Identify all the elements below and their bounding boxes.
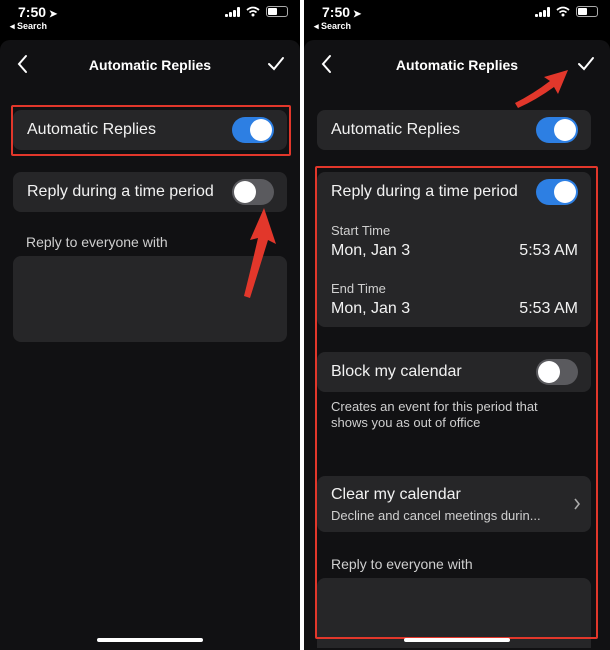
phone-screen-left: 7:50 ➤ ◂ Search Automatic Replies Automat… — [0, 0, 300, 650]
time-period-label: Reply during a time period — [27, 183, 214, 200]
toggle-knob — [554, 181, 576, 203]
time-period-group: Reply during a time period Start Time Mo… — [317, 172, 591, 327]
end-time-picker[interactable]: End Time Mon, Jan 3 5:53 AM — [317, 276, 591, 328]
red-arrow-icon — [244, 208, 276, 298]
checkmark-icon[interactable] — [576, 54, 596, 74]
clear-calendar-row[interactable]: Clear my calendar Decline and cancel mee… — [317, 476, 591, 532]
status-bar: 7:50 ➤ ◂ Search — [304, 0, 610, 34]
status-time: 7:50 ➤ — [18, 4, 58, 20]
wifi-icon — [556, 6, 570, 17]
automatic-replies-toggle[interactable] — [536, 117, 578, 143]
clear-calendar-title: Clear my calendar — [331, 486, 461, 503]
phone-screen-right: 7:50 ➤ ◂ Search Automatic Replies Automat… — [304, 0, 610, 650]
clear-calendar-subtitle: Decline and cancel meetings durin... — [331, 508, 541, 523]
start-time-value: 5:53 AM — [519, 242, 578, 259]
end-date-value: Mon, Jan 3 — [331, 300, 411, 317]
start-time-picker[interactable]: Start Time Mon, Jan 3 5:53 AM — [317, 218, 591, 270]
toggle-knob — [234, 181, 256, 203]
checkmark-icon[interactable] — [266, 54, 286, 74]
location-arrow-icon: ➤ — [49, 9, 58, 20]
block-calendar-caption: Creates an event for this period that sh… — [331, 399, 538, 430]
signal-icon — [535, 6, 550, 17]
chevron-right-icon — [574, 498, 581, 510]
time-period-toggle[interactable] — [232, 179, 274, 205]
back-to-search-link[interactable]: ◂ Search — [314, 21, 351, 32]
home-indicator — [97, 638, 203, 642]
battery-icon — [576, 6, 598, 17]
wifi-icon — [246, 6, 260, 17]
automatic-replies-label: Automatic Replies — [331, 121, 460, 138]
time-period-toggle[interactable] — [536, 179, 578, 205]
reply-everyone-label: Reply to everyone with — [331, 556, 473, 572]
page-title: Automatic Replies — [88, 57, 212, 73]
block-calendar-row[interactable]: Block my calendar — [317, 352, 591, 392]
status-time: 7:50 ➤ — [322, 4, 362, 20]
start-time-label: Start Time — [331, 223, 391, 238]
status-bar: 7:50 ➤ ◂ Search — [0, 0, 300, 34]
end-time-value: 5:53 AM — [519, 300, 578, 317]
time-period-label: Reply during a time period — [331, 183, 518, 200]
block-calendar-toggle[interactable] — [536, 359, 578, 385]
battery-icon — [266, 6, 288, 17]
signal-icon — [225, 6, 240, 17]
location-arrow-icon: ➤ — [353, 9, 362, 20]
back-to-search-link[interactable]: ◂ Search — [10, 21, 47, 32]
automatic-replies-toggle[interactable] — [232, 117, 274, 143]
end-time-label: End Time — [331, 281, 386, 296]
red-arrow-icon — [515, 70, 568, 108]
toggle-knob — [538, 361, 560, 383]
toggle-knob — [250, 119, 272, 141]
navigation-bar: Automatic Replies — [0, 42, 300, 88]
toggle-knob — [554, 119, 576, 141]
automatic-replies-row[interactable]: Automatic Replies — [317, 110, 591, 150]
block-calendar-label: Block my calendar — [331, 363, 462, 380]
home-indicator — [404, 638, 510, 642]
reply-everyone-label: Reply to everyone with — [26, 234, 168, 250]
start-date-value: Mon, Jan 3 — [331, 242, 411, 259]
automatic-replies-row[interactable]: Automatic Replies — [13, 110, 287, 150]
automatic-replies-label: Automatic Replies — [27, 121, 156, 138]
